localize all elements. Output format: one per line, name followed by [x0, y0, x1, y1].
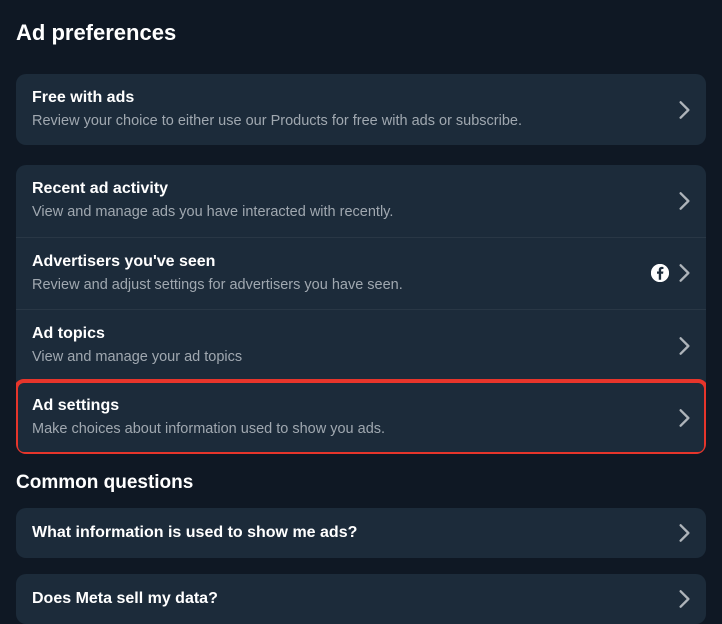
item-title: Ad settings [32, 396, 667, 417]
faq-item-sell-data[interactable]: Does Meta sell my data? [16, 574, 706, 624]
chevron-right-icon [679, 337, 690, 355]
item-ad-topics[interactable]: Ad topics View and manage your ad topics [16, 309, 706, 381]
chevron-right-icon [679, 101, 690, 119]
item-subtitle: Make choices about information used to s… [32, 420, 667, 440]
group-ad-settings: Recent ad activity View and manage ads y… [16, 165, 706, 453]
faq-item-what-info[interactable]: What information is used to show me ads? [16, 508, 706, 558]
item-title: Recent ad activity [32, 179, 667, 200]
chevron-right-icon [679, 192, 690, 210]
item-icons [679, 337, 690, 355]
item-title: Advertisers you've seen [32, 252, 639, 273]
item-icons [679, 192, 690, 210]
item-subtitle: View and manage ads you have interacted … [32, 203, 667, 223]
item-subtitle: Review and adjust settings for advertise… [32, 276, 639, 296]
chevron-right-icon [679, 590, 690, 608]
page-title: Ad preferences [16, 20, 706, 46]
chevron-right-icon [679, 524, 690, 542]
faq-group: What information is used to show me ads?… [16, 508, 706, 624]
item-ad-settings[interactable]: Ad settings Make choices about informati… [16, 381, 706, 453]
facebook-icon [651, 264, 669, 282]
faq-title: What information is used to show me ads? [32, 524, 357, 542]
common-questions-title: Common questions [16, 472, 706, 494]
item-free-with-ads[interactable]: Free with ads Review your choice to eith… [16, 74, 706, 145]
item-content: Free with ads Review your choice to eith… [32, 88, 667, 131]
item-subtitle: View and manage your ad topics [32, 348, 667, 368]
item-icons [679, 101, 690, 119]
item-content: Ad settings Make choices about informati… [32, 396, 667, 439]
item-icons [679, 409, 690, 427]
item-icons [651, 264, 690, 282]
item-content: Advertisers you've seen Review and adjus… [32, 252, 639, 295]
item-title: Free with ads [32, 88, 667, 109]
faq-title: Does Meta sell my data? [32, 590, 218, 608]
group-free-with-ads: Free with ads Review your choice to eith… [16, 74, 706, 145]
item-advertisers-youve-seen[interactable]: Advertisers you've seen Review and adjus… [16, 237, 706, 309]
item-title: Ad topics [32, 324, 667, 345]
item-content: Ad topics View and manage your ad topics [32, 324, 667, 367]
item-subtitle: Review your choice to either use our Pro… [32, 112, 667, 132]
item-recent-ad-activity[interactable]: Recent ad activity View and manage ads y… [16, 165, 706, 236]
chevron-right-icon [679, 264, 690, 282]
item-content: Recent ad activity View and manage ads y… [32, 179, 667, 222]
chevron-right-icon [679, 409, 690, 427]
